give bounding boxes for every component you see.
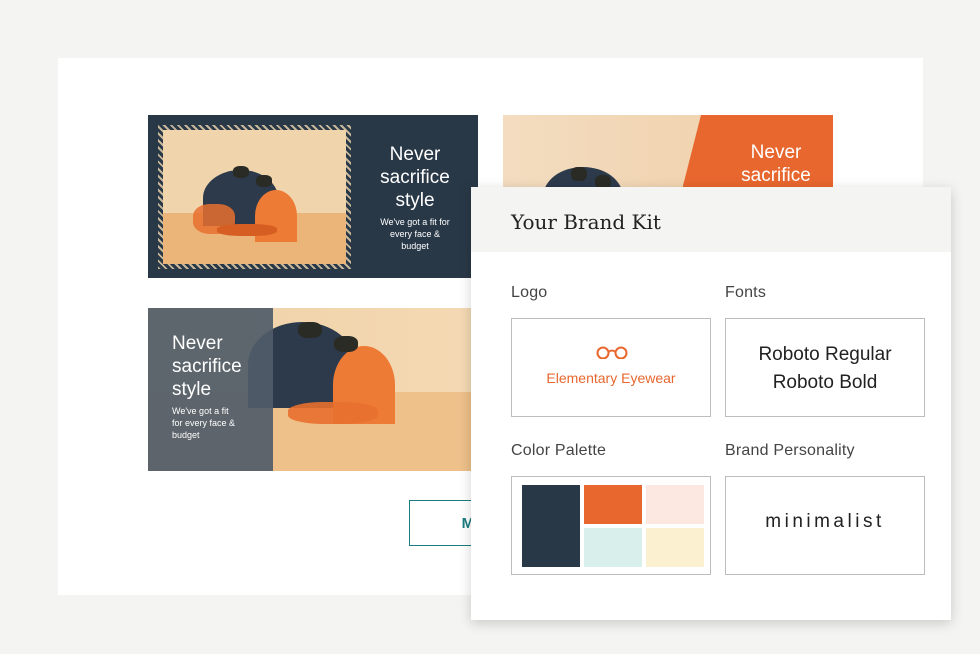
banner-headline: Never sacrifice [741,142,811,186]
font-regular: Roboto Regular [758,344,892,365]
swatch-blush [646,485,704,524]
glasses-icon [596,346,628,359]
brand-personality-label: Brand Personality [725,442,855,459]
swatch-cream [646,528,704,567]
brand-kit-title: Your Brand Kit [471,187,951,252]
fonts-card[interactable]: Roboto Regular Roboto Bold [725,318,925,417]
color-palette-label: Color Palette [511,442,607,459]
swatch-orange [584,485,642,524]
banner-subtext: We've got a fit for every face & budget [172,406,236,440]
banner-subtext: We've got a fit for every face & budget [380,217,450,251]
swatch-navy [522,485,580,567]
color-palette-card[interactable] [511,476,711,575]
photo-frame [158,125,351,269]
fonts-label: Fonts [725,284,767,301]
logo-brand-name: Elementary Eyewear [546,370,676,386]
logo-card[interactable]: Elementary Eyewear [511,318,711,417]
sunglasses-photo [163,130,346,264]
brand-kit-panel: Your Brand Kit Logo Elementary Eyewear F… [471,187,951,620]
swatch-mint [584,528,642,567]
banner-copy: Never sacrifice style We've got a fit fo… [172,332,252,441]
brand-personality-card[interactable]: minimalist [725,476,925,575]
banner-copy: Never sacrifice style We've got a fit fo… [360,143,470,252]
logo-label: Logo [511,284,548,301]
banner-headline: Never sacrifice style [380,144,450,211]
banner-headline: Never sacrifice style [172,333,242,400]
font-bold: Roboto Bold [772,372,878,393]
banner-ad-3[interactable]: Never sacrifice style We've got a fit fo… [148,308,478,471]
brand-personality-value: minimalist [765,511,885,532]
banner-ad-1[interactable]: Never sacrifice style We've got a fit fo… [148,115,478,278]
